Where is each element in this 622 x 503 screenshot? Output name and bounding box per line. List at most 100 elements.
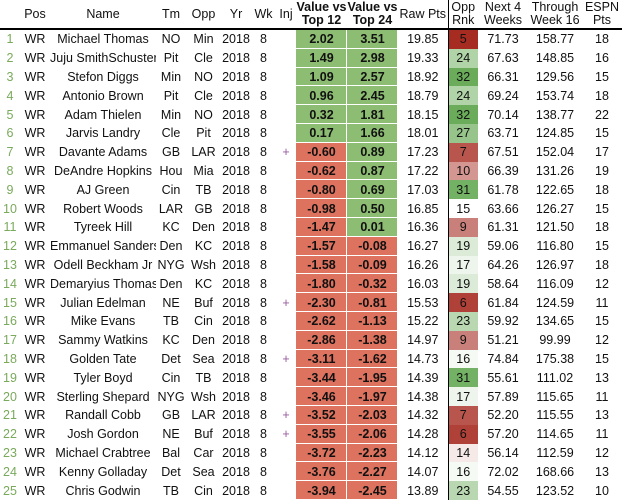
cell-injury[interactable] bbox=[276, 368, 296, 387]
cell-injury[interactable]: + bbox=[276, 406, 296, 425]
cell-name[interactable]: Kenny Golladay bbox=[50, 462, 156, 481]
cell-through-week-16[interactable]: 168.66 bbox=[528, 462, 582, 481]
column-header-pos[interactable]: Pos bbox=[20, 0, 50, 30]
cell-opp[interactable]: Pit bbox=[186, 124, 221, 143]
cell-name[interactable]: Julian Edelman bbox=[50, 293, 156, 312]
cell-name[interactable]: DeAndre Hopkins bbox=[50, 162, 156, 181]
cell-raw-pts[interactable]: 16.27 bbox=[398, 237, 448, 256]
cell-year[interactable]: 2018 bbox=[221, 49, 251, 68]
cell-opp[interactable]: Sea bbox=[186, 462, 221, 481]
cell-week[interactable]: 8 bbox=[251, 143, 276, 162]
cell-team[interactable]: GB bbox=[156, 143, 186, 162]
cell-year[interactable]: 2018 bbox=[221, 274, 251, 293]
cell-next-4-weeks[interactable]: 67.63 bbox=[478, 49, 528, 68]
cell-raw-pts[interactable]: 14.97 bbox=[398, 331, 448, 350]
cell-raw-pts[interactable]: 14.38 bbox=[398, 387, 448, 406]
cell-espn-pts[interactable]: 15 bbox=[582, 124, 622, 143]
cell-injury[interactable] bbox=[276, 68, 296, 87]
cell-opp-rank[interactable]: 10 bbox=[447, 161, 478, 181]
cell-value-top24[interactable]: -1.97 bbox=[347, 387, 398, 406]
cell-index[interactable]: 11 bbox=[0, 218, 20, 237]
cell-team[interactable]: Den bbox=[156, 237, 186, 256]
table-row[interactable]: 8 WR DeAndre Hopkins Hou Mia 2018 8 -0.62 0.87 17… bbox=[0, 161, 622, 181]
cell-espn-pts[interactable]: 18 bbox=[582, 180, 622, 199]
cell-value-top12[interactable]: -0.60 bbox=[296, 142, 347, 162]
cell-espn-pts[interactable]: 15 bbox=[582, 237, 622, 256]
cell-raw-pts[interactable]: 14.28 bbox=[398, 425, 448, 444]
cell-espn-pts[interactable]: 10 bbox=[582, 481, 622, 500]
cell-value-top24[interactable]: 0.50 bbox=[347, 199, 398, 218]
cell-injury[interactable]: + bbox=[276, 293, 296, 312]
cell-raw-pts[interactable]: 17.22 bbox=[398, 162, 448, 181]
cell-espn-pts[interactable]: 22 bbox=[582, 105, 622, 124]
cell-pos[interactable]: WR bbox=[20, 293, 50, 312]
cell-next-4-weeks[interactable]: 59.06 bbox=[478, 237, 528, 256]
cell-name[interactable]: Stefon Diggs bbox=[50, 68, 156, 87]
table-row[interactable]: 10 WR Robert Woods LAR GB 2018 8 -0.98 0.50 16.85… bbox=[0, 199, 622, 218]
cell-team[interactable]: Cle bbox=[156, 124, 186, 143]
cell-index[interactable]: 13 bbox=[0, 256, 20, 275]
cell-injury[interactable] bbox=[276, 124, 296, 143]
cell-opp-rank[interactable]: 17 bbox=[447, 387, 478, 406]
cell-pos[interactable]: WR bbox=[20, 162, 50, 181]
cell-value-top24[interactable]: -2.06 bbox=[347, 424, 398, 444]
cell-year[interactable]: 2018 bbox=[221, 481, 251, 500]
cell-week[interactable]: 8 bbox=[251, 331, 276, 350]
cell-name[interactable]: Davante Adams bbox=[50, 143, 156, 162]
cell-name[interactable]: Juju SmithSchuster bbox=[50, 49, 156, 68]
cell-index[interactable]: 7 bbox=[0, 143, 20, 162]
cell-next-4-weeks[interactable]: 71.73 bbox=[478, 29, 528, 49]
cell-team[interactable]: Cin bbox=[156, 368, 186, 387]
cell-week[interactable]: 8 bbox=[251, 105, 276, 124]
cell-opp[interactable]: NO bbox=[186, 68, 221, 87]
cell-value-top24[interactable]: -0.08 bbox=[347, 236, 398, 256]
cell-year[interactable]: 2018 bbox=[221, 86, 251, 105]
cell-raw-pts[interactable]: 18.15 bbox=[398, 105, 448, 124]
cell-value-top24[interactable]: -1.13 bbox=[347, 311, 398, 331]
cell-injury[interactable] bbox=[276, 312, 296, 331]
cell-index[interactable]: 4 bbox=[0, 86, 20, 105]
cell-through-week-16[interactable]: 129.56 bbox=[528, 68, 582, 87]
column-header-year[interactable]: Yr bbox=[221, 0, 251, 30]
cell-through-week-16[interactable]: 131.26 bbox=[528, 162, 582, 181]
table-row[interactable]: 17 WR Sammy Watkins KC Den 2018 8 -2.86 -1.38 14.… bbox=[0, 330, 622, 350]
cell-name[interactable]: Randall Cobb bbox=[50, 406, 156, 425]
cell-index[interactable]: 12 bbox=[0, 237, 20, 256]
cell-through-week-16[interactable]: 121.50 bbox=[528, 218, 582, 237]
cell-index[interactable]: 8 bbox=[0, 162, 20, 181]
cell-next-4-weeks[interactable]: 66.39 bbox=[478, 162, 528, 181]
cell-next-4-weeks[interactable]: 61.31 bbox=[478, 218, 528, 237]
column-header-team[interactable]: Tm bbox=[156, 0, 186, 30]
cell-next-4-weeks[interactable]: 57.20 bbox=[478, 425, 528, 444]
cell-pos[interactable]: WR bbox=[20, 218, 50, 237]
cell-index[interactable]: 22 bbox=[0, 425, 20, 444]
cell-value-top12[interactable]: -1.80 bbox=[296, 274, 347, 294]
column-header-opp-rank[interactable]: Opp Rnk bbox=[447, 0, 478, 30]
cell-team[interactable]: KC bbox=[156, 331, 186, 350]
cell-next-4-weeks[interactable]: 63.71 bbox=[478, 124, 528, 143]
cell-value-top12[interactable]: -3.46 bbox=[296, 387, 347, 406]
cell-opp[interactable]: GB bbox=[186, 199, 221, 218]
cell-index[interactable]: 5 bbox=[0, 105, 20, 124]
table-row[interactable]: 23 WR Michael Crabtree Bal Car 2018 8 -3.72 -2.2… bbox=[0, 443, 622, 463]
cell-team[interactable]: LAR bbox=[156, 199, 186, 218]
column-header-injury[interactable]: Inj bbox=[276, 0, 296, 30]
cell-week[interactable]: 8 bbox=[251, 462, 276, 481]
cell-value-top24[interactable]: 0.87 bbox=[347, 161, 398, 181]
table-row[interactable]: 2 WR Juju SmithSchuster Pit Cle 2018 8 1.49 2.98… bbox=[0, 48, 622, 68]
cell-team[interactable]: NO bbox=[156, 29, 186, 49]
table-row[interactable]: 22 WR Josh Gordon NE Buf 2018 8 + -3.55 -2.06 14.2… bbox=[0, 424, 622, 444]
cell-next-4-weeks[interactable]: 57.89 bbox=[478, 387, 528, 406]
cell-year[interactable]: 2018 bbox=[221, 29, 251, 49]
table-row[interactable]: 1 WR Michael Thomas NO Min 2018 8 2.02 3.51 19.85… bbox=[0, 29, 622, 49]
cell-raw-pts[interactable]: 17.23 bbox=[398, 143, 448, 162]
cell-opp-rank[interactable]: 6 bbox=[447, 424, 478, 444]
cell-injury[interactable] bbox=[276, 387, 296, 406]
cell-index[interactable]: 17 bbox=[0, 331, 20, 350]
column-header-week[interactable]: Wk bbox=[251, 0, 276, 30]
cell-opp[interactable]: LAR bbox=[186, 143, 221, 162]
cell-value-top24[interactable]: 0.69 bbox=[347, 180, 398, 200]
cell-year[interactable]: 2018 bbox=[221, 143, 251, 162]
cell-value-top12[interactable]: -0.62 bbox=[296, 161, 347, 181]
cell-opp-rank[interactable]: 6 bbox=[447, 293, 478, 312]
